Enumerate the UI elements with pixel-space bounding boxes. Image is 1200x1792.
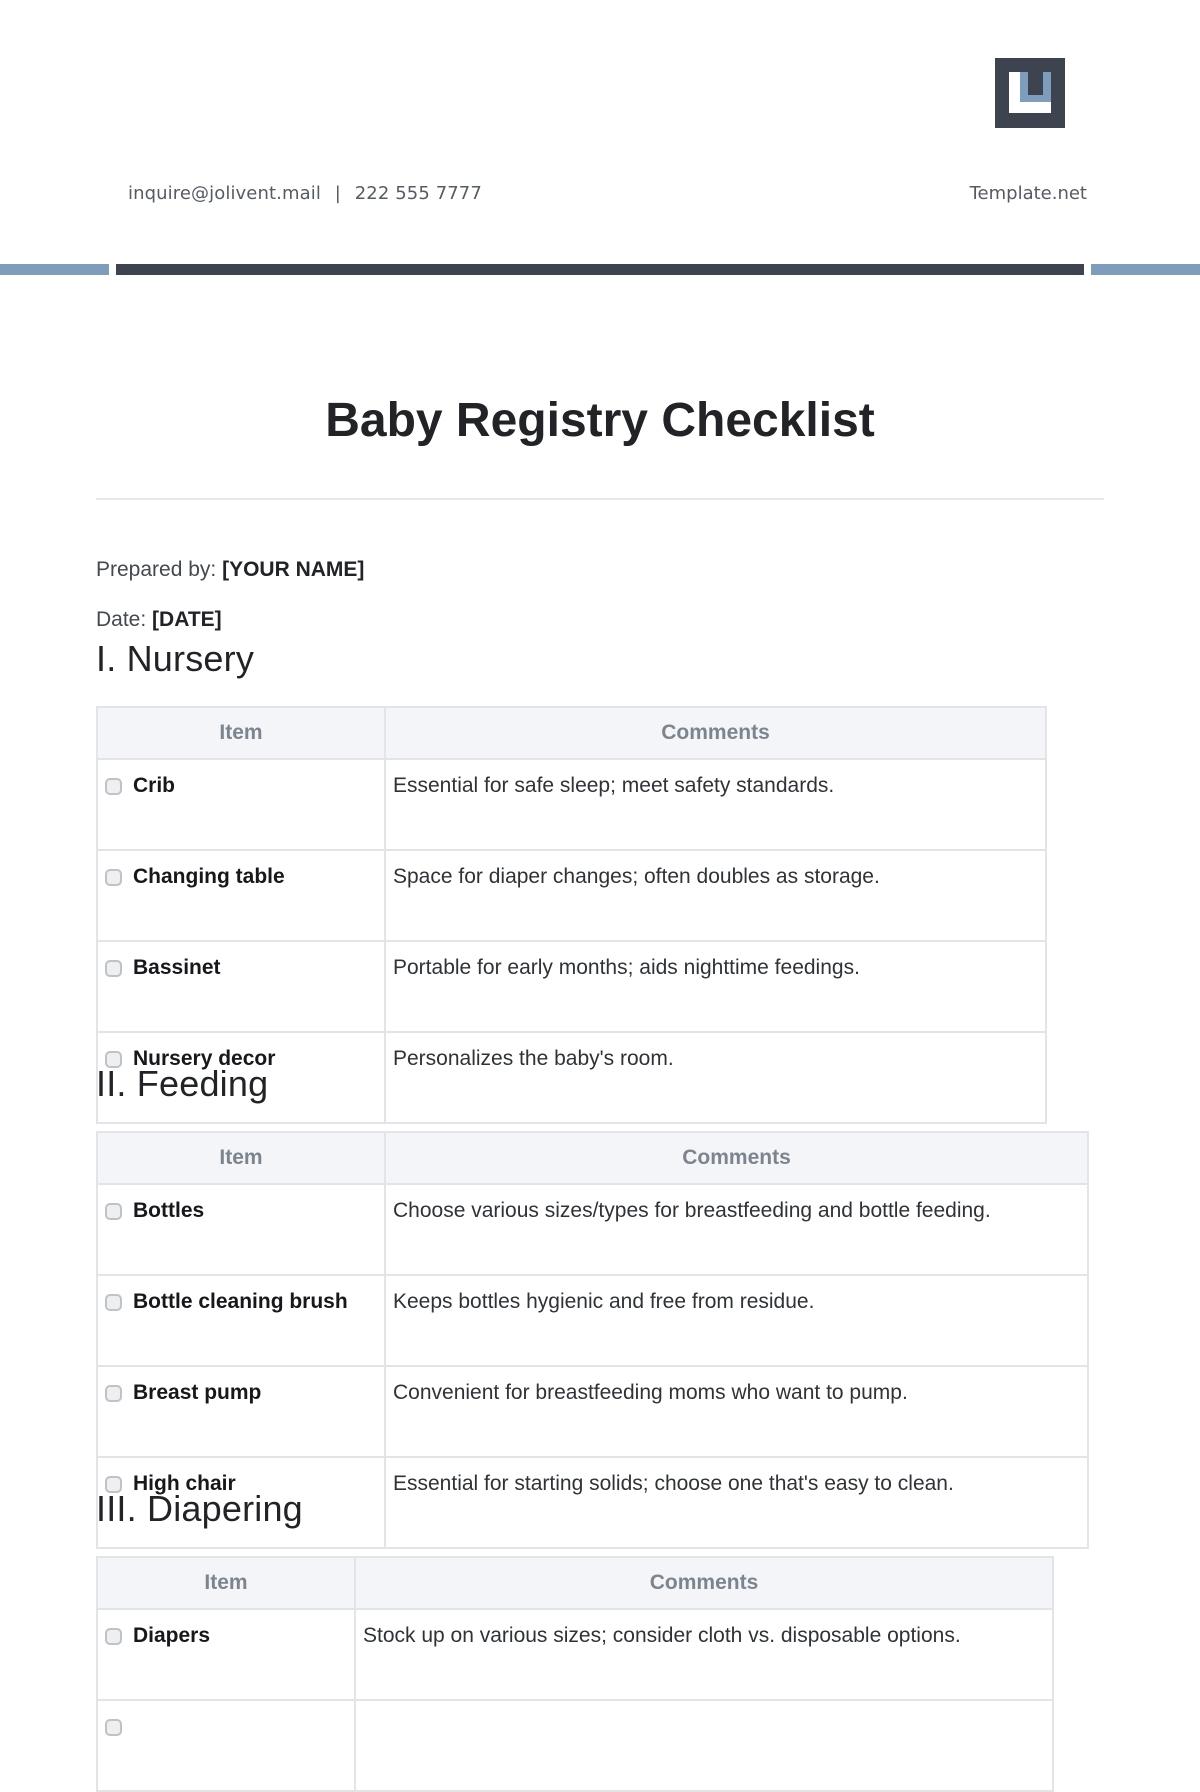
table-row: Bottles Choose various sizes/types for b…: [96, 1183, 1089, 1276]
column-header-comments: Comments: [354, 1556, 1054, 1610]
section-heading-diapering: III. Diapering: [96, 1488, 303, 1529]
comment-cell: Space for diaper changes; often doubles …: [384, 849, 1047, 942]
header-band-middle: [116, 264, 1084, 275]
item-label: Bottle cleaning brush: [133, 1290, 348, 1313]
item-checkbox[interactable]: [105, 778, 122, 795]
date: Date: [DATE]: [96, 608, 222, 632]
table-row: Breast pump Convenient for breastfeeding…: [96, 1365, 1089, 1458]
section-heading-feeding: II. Feeding: [96, 1063, 269, 1104]
table-row: Bottle cleaning brush Keeps bottles hygi…: [96, 1274, 1089, 1367]
table-row: Diapers Stock up on various sizes; consi…: [96, 1608, 1054, 1701]
feeding-table: Item Comments Bottles Choose various siz…: [96, 1131, 1089, 1549]
page-title: Baby Registry Checklist: [325, 394, 875, 447]
brand-name: Template.net: [969, 183, 1087, 204]
column-header-item: Item: [96, 1131, 386, 1185]
column-header-item: Item: [96, 706, 386, 760]
table-row: Changing table Space for diaper changes;…: [96, 849, 1047, 942]
template-net-logo-icon: [995, 58, 1065, 128]
table-row: Bassinet Portable for early months; aids…: [96, 940, 1047, 1033]
comment-cell: Choose various sizes/types for breastfee…: [384, 1183, 1089, 1276]
item-cell: Crib: [96, 758, 386, 851]
prepared-by-label: Prepared by:: [96, 558, 217, 581]
item-cell: Bottles: [96, 1183, 386, 1276]
item-cell: Changing table: [96, 849, 386, 942]
date-label: Date:: [96, 608, 147, 631]
nursery-table: Item Comments Crib Essential for safe sl…: [96, 706, 1047, 1124]
column-header-comments: Comments: [384, 1131, 1089, 1185]
item-checkbox[interactable]: [105, 1294, 122, 1311]
comment-cell: Essential for starting solids; choose on…: [384, 1456, 1089, 1549]
item-label: Changing table: [133, 865, 285, 888]
prepared-by: Prepared by: [YOUR NAME]: [96, 558, 364, 582]
item-cell: Breast pump: [96, 1365, 386, 1458]
item-cell: Bassinet: [96, 940, 386, 1033]
item-checkbox[interactable]: [105, 1628, 122, 1645]
template-net-logo: [995, 58, 1065, 128]
prepared-by-value: [YOUR NAME]: [222, 558, 365, 581]
item-label: Breast pump: [133, 1381, 262, 1404]
comment-cell: Keeps bottles hygienic and free from res…: [384, 1274, 1089, 1367]
date-value: [DATE]: [152, 608, 222, 631]
section-heading-nursery: I. Nursery: [96, 638, 255, 679]
diapering-table: Item Comments Diapers Stock up on variou…: [96, 1556, 1054, 1792]
column-header-comments: Comments: [384, 706, 1047, 760]
contact-separator: |: [334, 183, 341, 204]
contact-phone: 222 555 7777: [354, 183, 482, 204]
contact-email: inquire@jolivent.mail: [128, 183, 321, 204]
item-checkbox[interactable]: [105, 1203, 122, 1220]
item-label: Diapers: [133, 1624, 211, 1647]
table-row: [96, 1699, 1054, 1792]
item-cell: Bottle cleaning brush: [96, 1274, 386, 1367]
item-label: Crib: [133, 774, 175, 797]
item-checkbox[interactable]: [105, 960, 122, 977]
contact-info: inquire@jolivent.mail | 222 555 7777: [128, 183, 482, 204]
item-cell: [96, 1699, 356, 1792]
comment-cell: Portable for early months; aids nighttim…: [384, 940, 1047, 1033]
column-header-item: Item: [96, 1556, 356, 1610]
table-row: Crib Essential for safe sleep; meet safe…: [96, 758, 1047, 851]
comment-cell: [354, 1699, 1054, 1792]
item-checkbox[interactable]: [105, 1385, 122, 1402]
table-header-row: Item Comments: [96, 1131, 1089, 1185]
header-band-right: [1091, 264, 1200, 275]
item-checkbox[interactable]: [105, 869, 122, 886]
item-checkbox[interactable]: [105, 1719, 122, 1736]
header-band-left: [0, 264, 109, 275]
comment-cell: Convenient for breastfeeding moms who wa…: [384, 1365, 1089, 1458]
item-label: Bottles: [133, 1199, 205, 1222]
comment-cell: Essential for safe sleep; meet safety st…: [384, 758, 1047, 851]
table-header-row: Item Comments: [96, 706, 1047, 760]
comment-cell: Stock up on various sizes; consider clot…: [354, 1608, 1054, 1701]
item-cell: Diapers: [96, 1608, 356, 1701]
item-label: Bassinet: [133, 956, 221, 979]
comment-cell: Personalizes the baby's room.: [384, 1031, 1047, 1124]
table-header-row: Item Comments: [96, 1556, 1054, 1610]
title-divider: [96, 498, 1104, 500]
